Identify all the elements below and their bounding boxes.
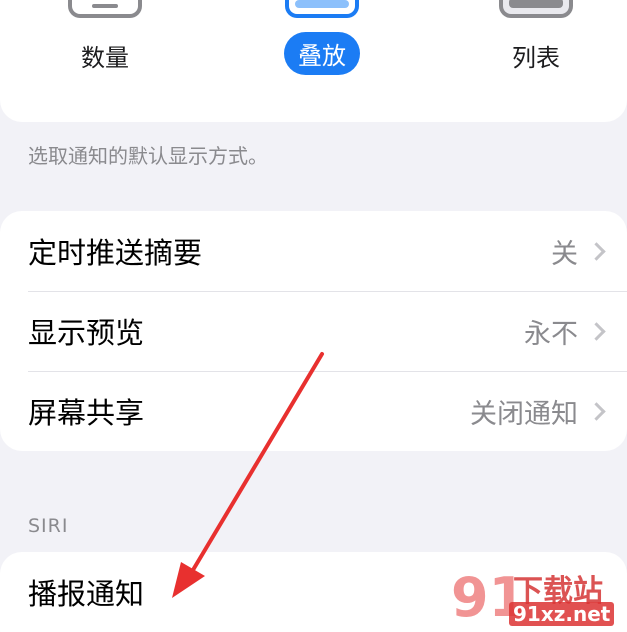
watermark-url: 91xz.net xyxy=(509,602,615,626)
row-value: 关闭通知 xyxy=(470,398,578,430)
stack-style-icon xyxy=(285,0,359,18)
row-title: 定时推送摘要 xyxy=(28,236,203,270)
notification-style-card: 数量 叠放 列表 xyxy=(0,0,627,122)
row-screen-sharing[interactable]: 屏幕共享 关闭通知 xyxy=(0,371,627,451)
row-value: 关 xyxy=(551,238,578,270)
row-value: 永不 xyxy=(524,318,578,350)
siri-section-header: SIRI xyxy=(28,515,69,537)
style-option-label: 数量 xyxy=(81,44,129,72)
style-option-stack[interactable]: 叠放 xyxy=(252,0,392,110)
style-option-list[interactable]: 列表 xyxy=(466,0,606,110)
count-style-icon xyxy=(68,0,142,18)
chevron-right-icon xyxy=(587,401,606,421)
style-option-label: 列表 xyxy=(512,44,560,72)
row-title: 屏幕共享 xyxy=(28,396,145,430)
notification-settings-group: 定时推送摘要 关 显示预览 永不 屏幕共享 关闭通知 xyxy=(0,211,627,451)
row-title: 显示预览 xyxy=(28,316,145,350)
chevron-right-icon xyxy=(587,241,606,261)
site-watermark: 91 下载站 91xz.net xyxy=(451,566,621,629)
list-style-icon xyxy=(499,0,573,18)
row-scheduled-summary[interactable]: 定时推送摘要 关 xyxy=(0,211,627,291)
display-style-footer: 选取通知的默认显示方式。 xyxy=(28,144,268,168)
row-show-previews[interactable]: 显示预览 永不 xyxy=(0,291,627,371)
chevron-right-icon xyxy=(587,321,606,341)
style-option-count[interactable]: 数量 xyxy=(35,0,175,110)
style-option-label-selected: 叠放 xyxy=(284,32,360,75)
